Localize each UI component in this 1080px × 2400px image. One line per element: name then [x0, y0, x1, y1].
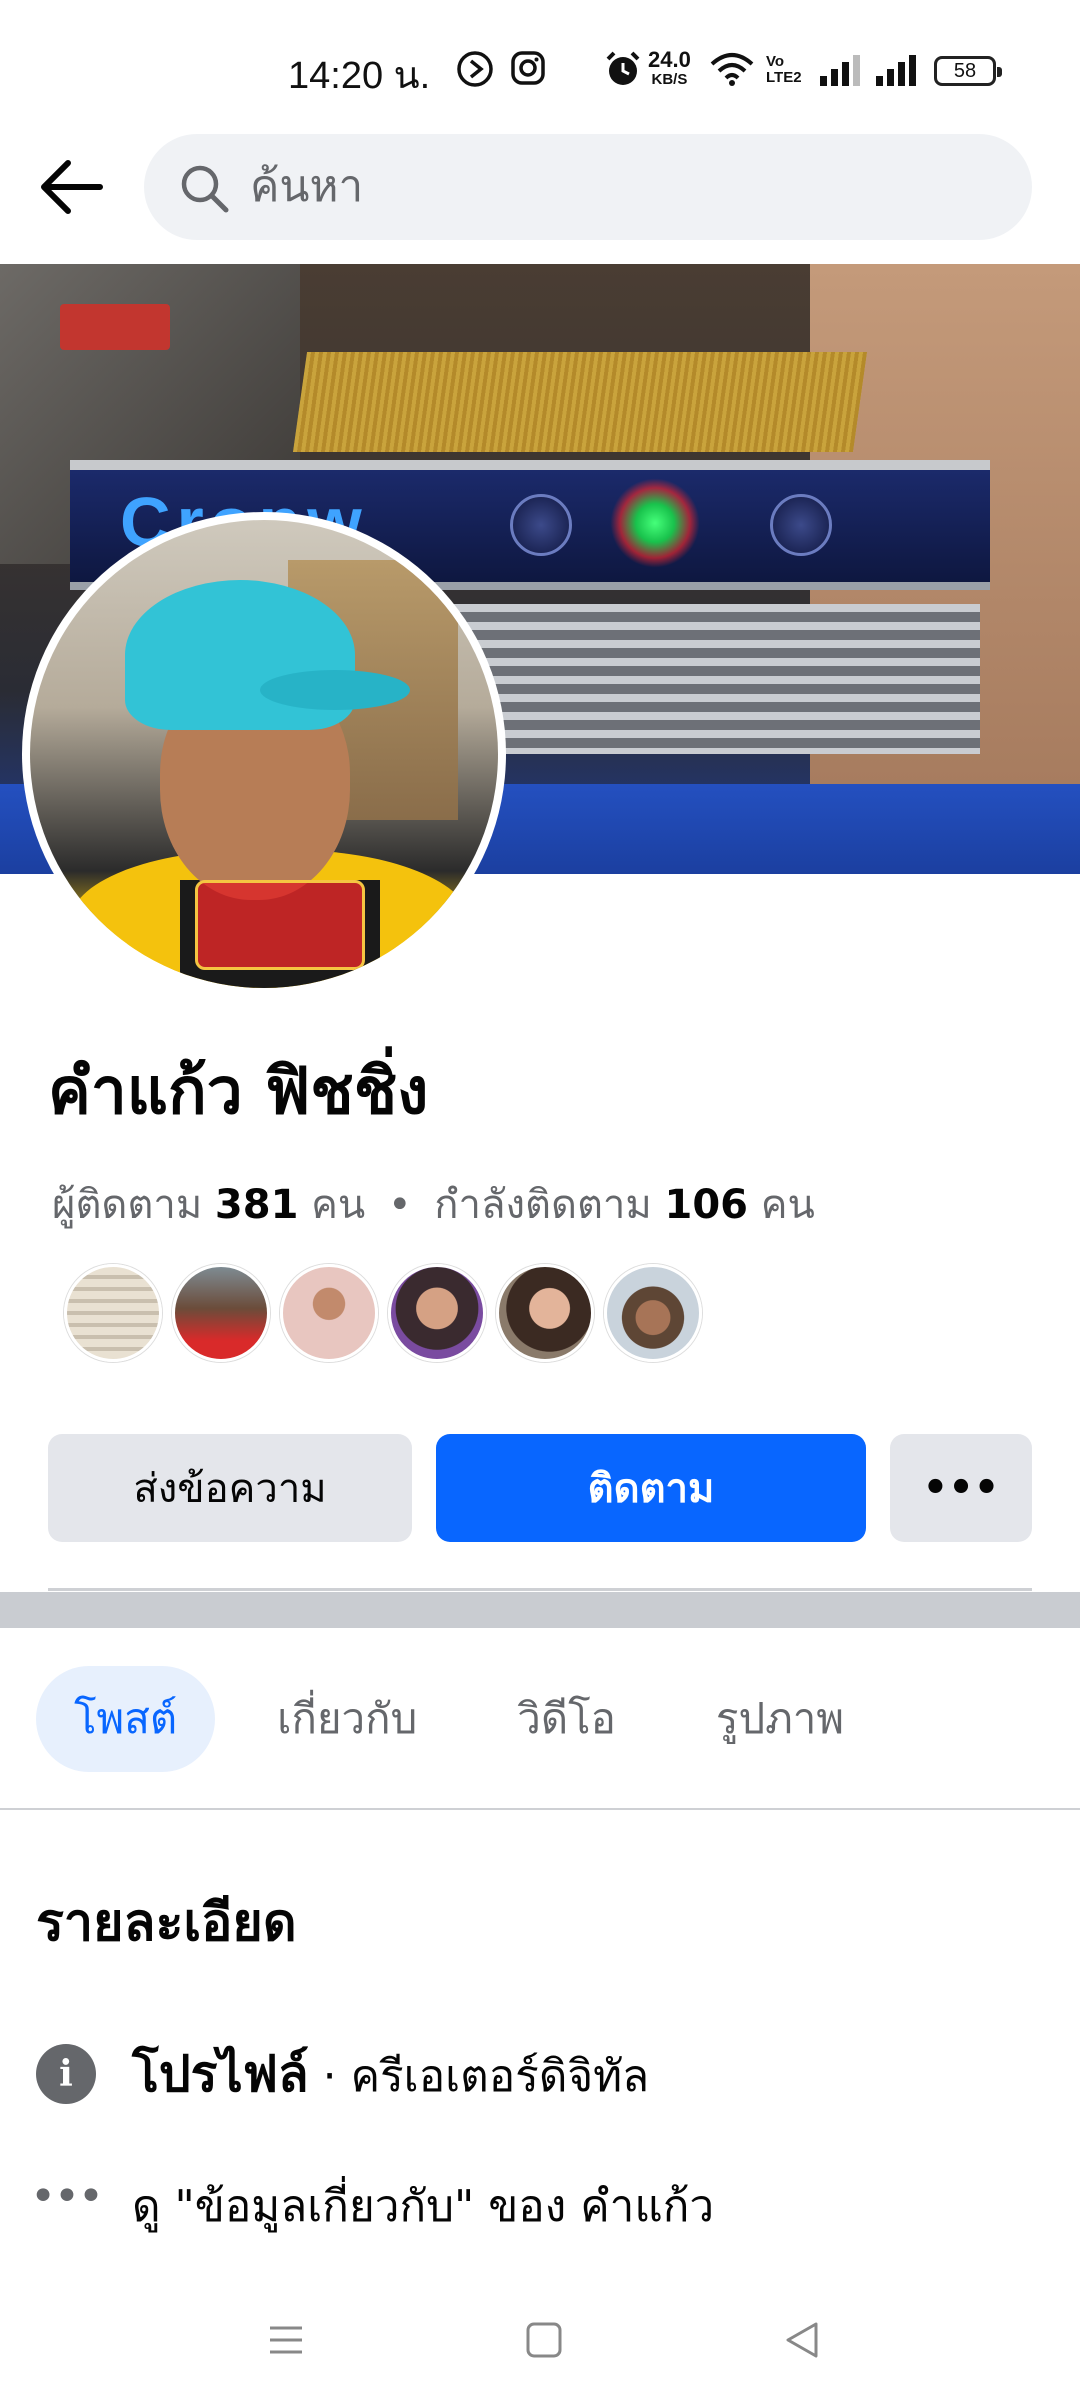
battery-indicator: 58: [934, 56, 1002, 86]
volte-line2: LTE2: [766, 69, 802, 86]
profile-name: คำแก้ว ฟิชชิ่ง: [48, 1055, 429, 1129]
avatar[interactable]: [496, 1264, 594, 1362]
back-arrow-icon: [41, 160, 103, 214]
divider: [0, 1808, 1080, 1810]
more-dots-icon: •••: [30, 2170, 104, 2222]
follow-stats: ผู้ติดตาม 381 คน • กำลังติดตาม 106 คน: [52, 1172, 815, 1236]
status-time: 14:20 น.: [288, 55, 431, 97]
avatar[interactable]: [172, 1264, 270, 1362]
amplifier-knob: [510, 494, 572, 556]
menu-icon: [270, 2326, 302, 2354]
avatar[interactable]: [64, 1264, 162, 1362]
profile-tabs: โพสต์ เกี่ยวกับ วิดีโอ รูปภาพ: [36, 1664, 906, 1774]
profile-picture-image: [30, 520, 498, 988]
search-input[interactable]: [250, 154, 950, 218]
home-square-icon: [526, 2322, 562, 2358]
back-button[interactable]: [36, 152, 106, 222]
detail-see-about[interactable]: ••• ดู "ข้อมูลเกี่ยวกับ" ของ คำแก้ว: [30, 2166, 1046, 2246]
alarm-icon: [606, 51, 640, 85]
recent-apps-button[interactable]: [256, 2310, 316, 2370]
followers-label: ผู้ติดตาม: [52, 1182, 203, 1228]
section-divider: [0, 1592, 1080, 1628]
back-triangle-icon: [786, 2322, 818, 2358]
home-button[interactable]: [514, 2310, 574, 2370]
tab-photos[interactable]: รูปภาพ: [678, 1666, 882, 1772]
avatar[interactable]: [604, 1264, 702, 1362]
signal-icon: [876, 55, 916, 86]
stats-separator: •: [387, 1182, 412, 1228]
details-heading: รายละเอียด: [36, 1893, 297, 1953]
search-bar[interactable]: [144, 134, 1032, 240]
search-icon: [181, 165, 229, 213]
status-bar: 14:20 น. 24.0 KB/S Vo LTE2 58: [0, 0, 1080, 130]
net-speed-unit: KB/S: [651, 71, 688, 88]
follow-button[interactable]: ติดตาม: [436, 1434, 866, 1542]
amplifier-top: [292, 352, 868, 452]
detail-separator: ·: [308, 2050, 351, 2102]
avatar-cap-brim: [260, 670, 410, 710]
followers-count[interactable]: 381: [215, 1182, 299, 1228]
see-about-link[interactable]: ดู "ข้อมูลเกี่ยวกับ" ของ คำแก้ว: [132, 2171, 714, 2241]
avatar-logo-stamp: [195, 880, 365, 970]
network-speed: 24.0 KB/S: [648, 47, 691, 90]
more-options-button[interactable]: •••: [890, 1434, 1032, 1542]
detail-profile-type: i โปรไฟล์ · ครีเอเตอร์ดิจิทัล: [36, 2034, 1046, 2114]
signal-icon: [820, 55, 860, 86]
tab-about[interactable]: เกี่ยวกับ: [239, 1666, 455, 1772]
tab-videos[interactable]: วิดีโอ: [479, 1666, 654, 1772]
volte-indicator: Vo LTE2: [766, 54, 802, 86]
instagram-icon: [511, 51, 545, 85]
following-count[interactable]: 106: [664, 1182, 748, 1228]
profile-picture[interactable]: [22, 512, 506, 996]
profile-type-label: โปรไฟล์: [132, 2044, 309, 2103]
follower-avatars[interactable]: [64, 1264, 702, 1362]
system-back-button[interactable]: [772, 2310, 832, 2370]
avatar[interactable]: [388, 1264, 486, 1362]
following-label: กำลังติดตาม: [434, 1182, 652, 1228]
profile-category: ครีเอเตอร์ดิจิทัล: [350, 2050, 650, 2102]
avatar[interactable]: [280, 1264, 378, 1362]
system-nav-bar: [0, 2270, 1080, 2400]
net-speed-value: 24.0: [648, 47, 691, 72]
amplifier-knob: [770, 494, 832, 556]
screen-record-icon: [457, 51, 493, 87]
cover-red-device: [60, 304, 170, 350]
wifi-icon: [710, 53, 754, 86]
following-unit: คน: [760, 1182, 815, 1228]
volte-line1: Vo: [766, 53, 785, 70]
followers-unit: คน: [311, 1182, 366, 1228]
info-icon: i: [36, 2044, 96, 2104]
tab-posts[interactable]: โพสต์: [36, 1666, 216, 1772]
divider: [48, 1588, 1032, 1591]
message-button[interactable]: ส่งข้อความ: [48, 1434, 412, 1542]
detail-profile-text: โปรไฟล์ · ครีเอเตอร์ดิจิทัล: [132, 2035, 649, 2114]
amplifier-led: [610, 478, 700, 568]
